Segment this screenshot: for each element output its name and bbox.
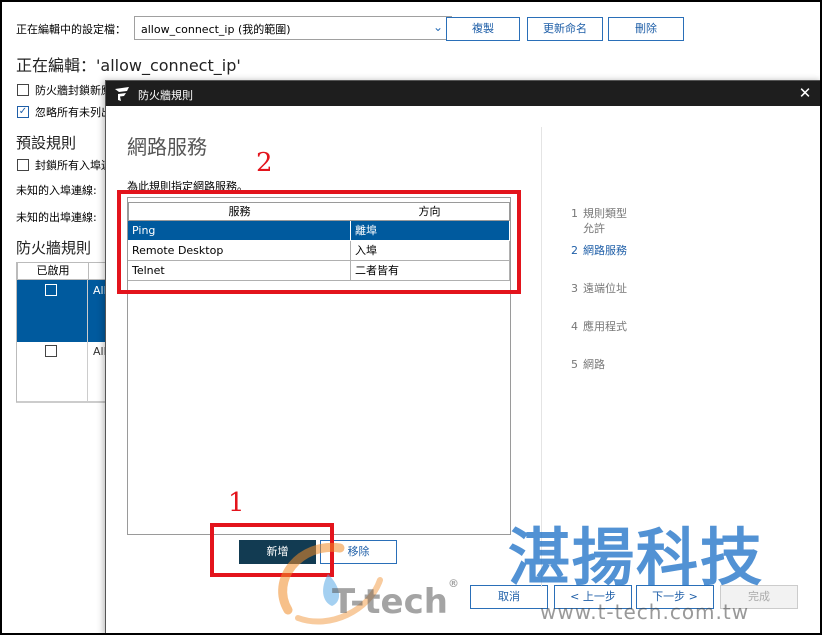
profile-label: 正在編輯中的設定檔： (16, 23, 126, 36)
profile-select[interactable]: allow_connect_ip (我的範圍) ⌄ (134, 16, 452, 40)
watermark-url: www.t-tech.com.tw (540, 600, 750, 624)
chevron-down-icon: ⌄ (432, 20, 443, 34)
annotation-number-2: 2 (256, 148, 273, 178)
watermark-brand-text: T-tech (332, 582, 448, 622)
firewall-rules-heading: 防火牆規則 (16, 239, 92, 257)
watermark-chinese-name: 湛揚科技 (508, 521, 765, 594)
table-row[interactable]: All (17, 280, 107, 342)
step-number: 5 (571, 358, 578, 371)
dialog-title: 防火牆規則 (138, 89, 193, 102)
rules-table: 已啟用 All All (16, 262, 109, 402)
rules-col-enabled: 已啟用 (17, 262, 89, 280)
block-inbound-label: 封鎖所有入埠連 (35, 159, 105, 172)
annotation-number-1: 1 (228, 488, 245, 518)
ignore-unlisted-label: 忽略所有未列出 (35, 106, 105, 119)
wizard-step-applications[interactable]: 4 應用程式 (571, 319, 627, 334)
step-number: 4 (571, 320, 578, 333)
rule-enabled-checkbox[interactable] (45, 345, 57, 357)
unknown-inbound-label: 未知的入埠連線: (16, 184, 97, 197)
block-new-checkbox[interactable] (17, 84, 29, 96)
rule-enabled-checkbox[interactable] (45, 284, 57, 296)
block-new-label: 防火牆封鎖新應 (35, 84, 105, 97)
watermark-registered: ® (447, 576, 459, 590)
divider (16, 402, 106, 403)
wizard-step-network[interactable]: 5 網路 (571, 357, 605, 372)
unknown-outbound-label: 未知的出埠連線: (16, 211, 97, 224)
annotation-box-services (117, 190, 521, 294)
step-label: 網路服務 (583, 244, 627, 257)
profile-select-value: allow_connect_ip (我的範圍) (141, 23, 291, 36)
close-icon[interactable]: ✕ (797, 84, 813, 102)
step-number: 2 (571, 244, 578, 257)
step-label: 應用程式 (583, 320, 627, 333)
app-logo-icon (115, 87, 129, 101)
block-new-checkbox-row[interactable]: 防火牆封鎖新應 (17, 82, 105, 98)
block-inbound-checkbox[interactable] (17, 159, 29, 171)
wizard-step-rule-type[interactable]: 1 規則類型 允許 (571, 206, 627, 236)
delete-button[interactable]: 刪除 (608, 17, 684, 41)
dialog-titlebar[interactable]: 防火牆規則 ✕ (106, 81, 821, 106)
step-label: 遠端位址 (583, 282, 627, 295)
default-rules-heading: 預設規則 (16, 134, 77, 152)
step-label: 規則類型 (583, 207, 627, 220)
rename-button[interactable]: 更新命名 (527, 17, 603, 41)
step-sublabel: 允許 (583, 222, 605, 235)
editing-title: 正在編輯：'allow_connect_ip' (16, 56, 241, 75)
ignore-unlisted-checkbox-row[interactable]: ✓ 忽略所有未列出 (17, 104, 105, 120)
wizard-step-network-services[interactable]: 2 網路服務 (571, 243, 627, 258)
profile-toolbar: 正在編輯中的設定檔： allow_connect_ip (我的範圍) ⌄ 複製 … (16, 16, 716, 41)
table-row[interactable]: All (17, 342, 107, 402)
step-number: 3 (571, 282, 578, 295)
wizard-step-remote-address[interactable]: 3 遠端位址 (571, 281, 627, 296)
column-divider (87, 280, 88, 402)
copy-button[interactable]: 複製 (446, 17, 520, 41)
ignore-unlisted-checkbox[interactable]: ✓ (17, 106, 29, 118)
watermark-brand: T-tech® (332, 577, 459, 622)
step-label: 網路 (583, 358, 605, 371)
page-title: 網路服務 (127, 135, 207, 159)
step-number: 1 (571, 207, 578, 220)
wizard-divider (541, 127, 542, 587)
block-inbound-checkbox-row[interactable]: 封鎖所有入埠連 (17, 157, 105, 173)
